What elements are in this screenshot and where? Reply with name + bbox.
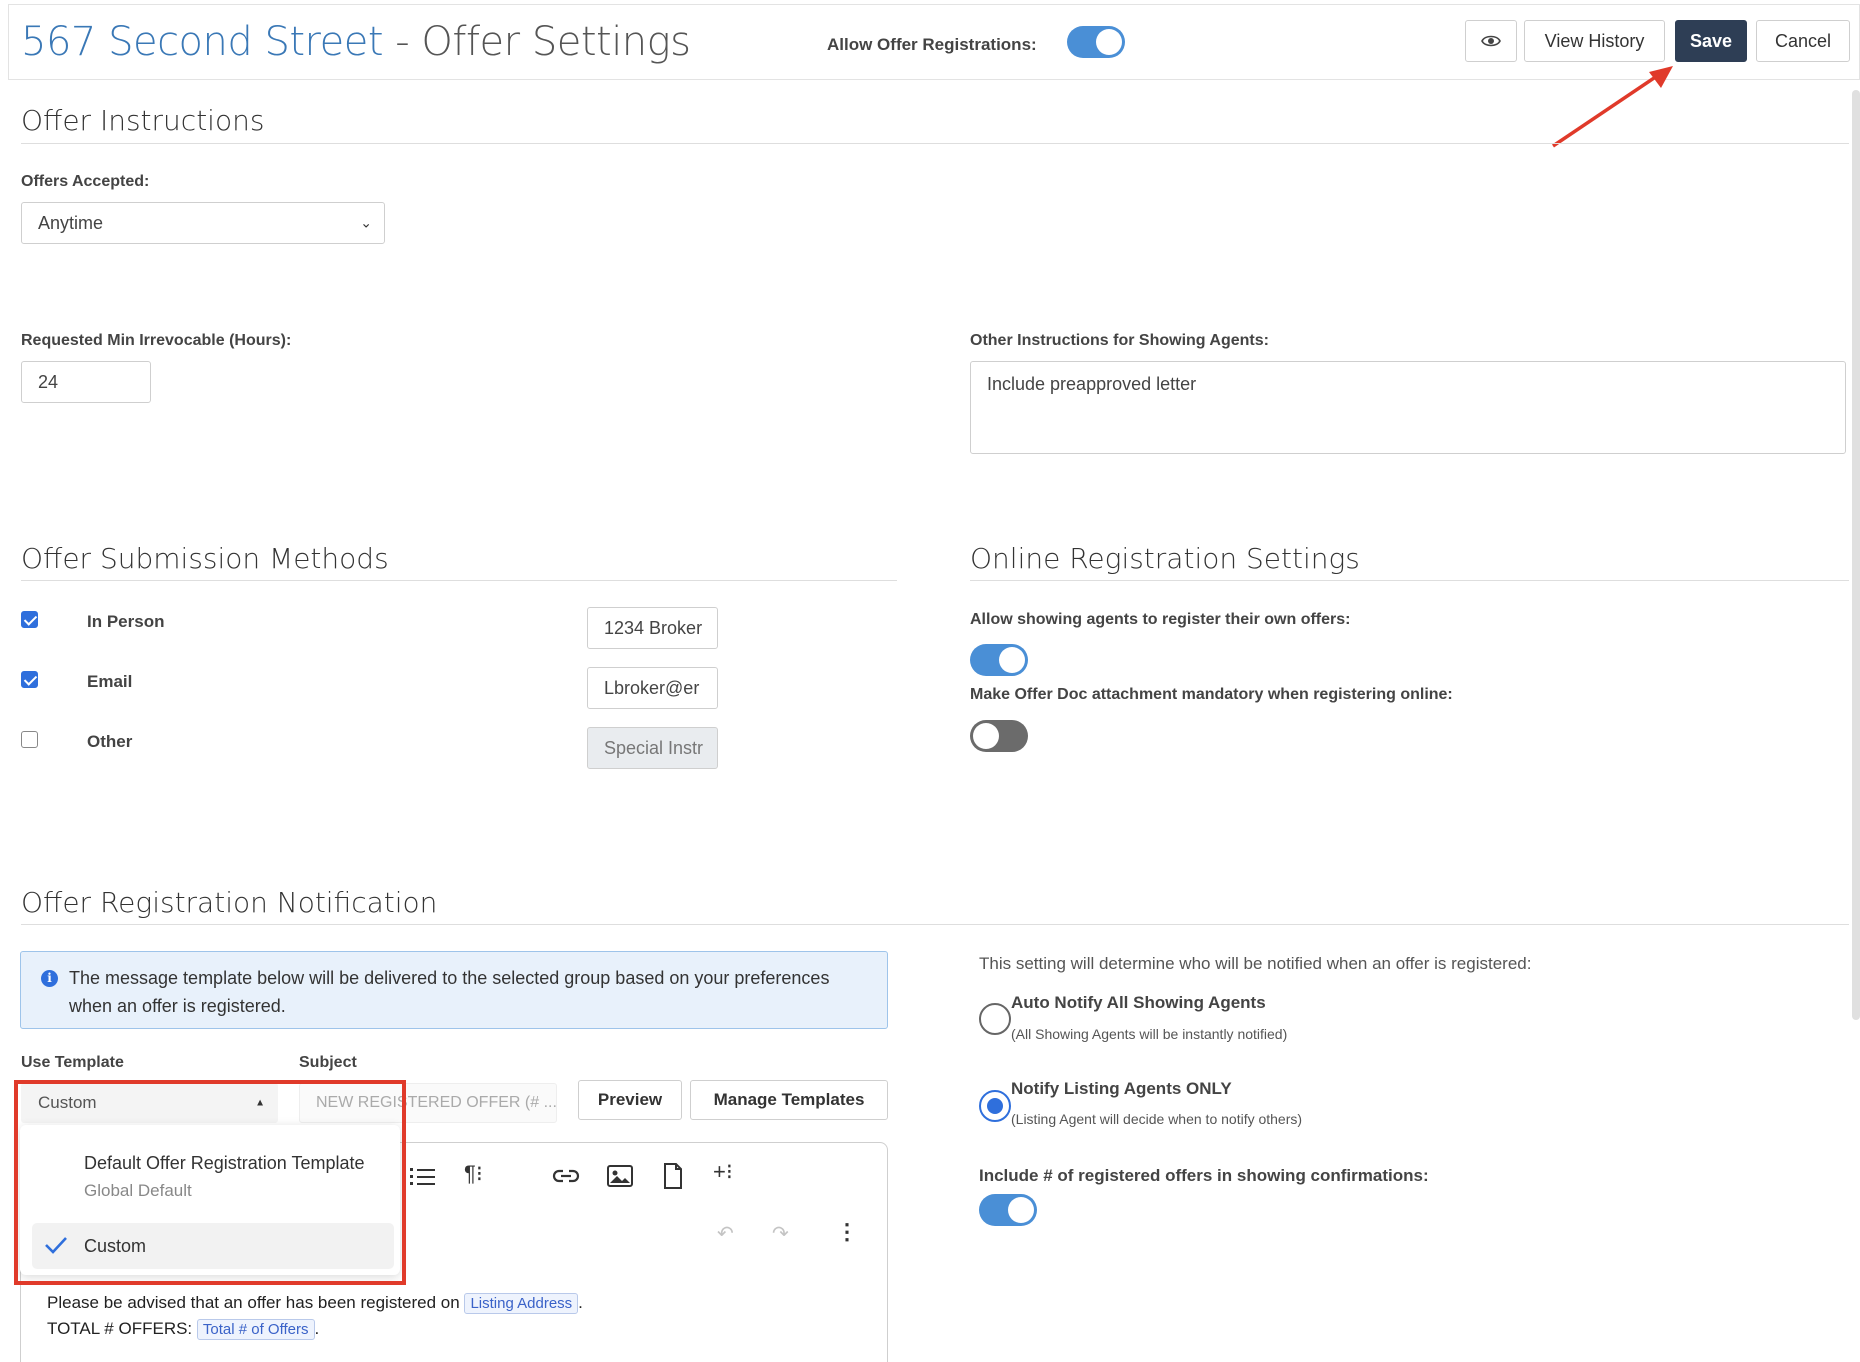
image-icon[interactable]: [607, 1165, 633, 1187]
notify-listing-agents-radio[interactable]: [979, 1090, 1011, 1122]
annotation-arrow-icon: [1552, 66, 1673, 148]
chevron-down-icon: ⌄: [360, 214, 372, 231]
manage-templates-button[interactable]: Manage Templates: [690, 1080, 888, 1120]
other-checkbox[interactable]: [21, 731, 38, 748]
line1-end: .: [578, 1293, 583, 1312]
paragraph-icon[interactable]: ¶⁝: [464, 1161, 483, 1187]
more-options-icon[interactable]: ⋮: [836, 1219, 858, 1245]
preview-eye-button[interactable]: [1465, 20, 1517, 62]
title-suffix: Offer Settings: [421, 19, 691, 65]
auto-notify-radio[interactable]: [979, 1003, 1011, 1035]
email-input[interactable]: Lbroker@er: [587, 667, 718, 709]
list-icon[interactable]: [409, 1165, 437, 1189]
min-irrevocable-label: Requested Min Irrevocable (Hours):: [21, 332, 292, 349]
undo-icon[interactable]: ↶: [717, 1221, 734, 1246]
insert-more-icon[interactable]: +⁝: [713, 1159, 733, 1185]
line2-text: TOTAL # OFFERS:: [47, 1319, 193, 1338]
subject-label: Subject: [299, 1054, 357, 1071]
toggle-knob: [973, 723, 999, 749]
allow-agents-register-toggle[interactable]: [970, 644, 1028, 676]
eye-icon: [1481, 35, 1501, 47]
editor-line-2: TOTAL # OFFERS: Total # of Offers.: [47, 1319, 319, 1340]
in-person-checkbox[interactable]: [21, 611, 38, 628]
other-label: Other: [87, 732, 133, 751]
in-person-input[interactable]: 1234 Broker: [587, 607, 718, 649]
annotation-highlight-box: [14, 1080, 406, 1285]
allow-agents-register-label: Allow showing agents to register their o…: [970, 611, 1351, 628]
other-instructions-label: Other Instructions for Showing Agents:: [970, 332, 1269, 349]
other-instructions-textarea[interactable]: Include preapproved letter: [970, 361, 1846, 454]
page-scrollbar[interactable]: [1852, 90, 1860, 1020]
listing-address-chip[interactable]: Listing Address: [464, 1293, 579, 1314]
mandatory-doc-label: Make Offer Doc attachment mandatory when…: [970, 686, 1453, 703]
redo-icon[interactable]: ↷: [772, 1221, 789, 1246]
auto-notify-sub: (All Showing Agents will be instantly no…: [1011, 1026, 1288, 1042]
toggle-knob: [1008, 1197, 1034, 1223]
info-text: The message template below will be deliv…: [69, 968, 830, 1016]
offers-accepted-label: Offers Accepted:: [21, 173, 150, 190]
auto-notify-label: Auto Notify All Showing Agents: [1011, 993, 1266, 1012]
offer-instructions-title: Offer Instructions: [21, 104, 265, 137]
use-template-label: Use Template: [21, 1054, 124, 1071]
editor-line-1: Please be advised that an offer has been…: [47, 1293, 583, 1314]
email-checkbox[interactable]: [21, 671, 38, 688]
preview-button[interactable]: Preview: [578, 1080, 682, 1120]
email-label: Email: [87, 672, 133, 691]
offers-accepted-select[interactable]: Anytime ⌄: [21, 202, 385, 244]
listing-address: 567 Second Street: [21, 19, 384, 65]
document-icon[interactable]: [663, 1163, 683, 1189]
line1-text: Please be advised that an offer has been…: [47, 1293, 460, 1312]
offers-accepted-value: Anytime: [38, 212, 104, 233]
toggle-knob: [1096, 29, 1122, 55]
link-icon[interactable]: [552, 1167, 580, 1185]
in-person-label: In Person: [87, 612, 165, 631]
info-alert: i The message template below will be del…: [20, 951, 888, 1029]
info-icon: i: [41, 970, 58, 987]
include-count-label: Include # of registered offers in showin…: [979, 1166, 1429, 1185]
notification-title: Offer Registration Notification: [21, 886, 438, 919]
section-divider: [21, 143, 1849, 144]
submission-methods-title: Offer Submission Methods: [21, 542, 389, 575]
save-button[interactable]: Save: [1675, 20, 1747, 62]
allow-registrations-toggle[interactable]: [1067, 26, 1125, 58]
page-title: 567 Second Street - Offer Settings: [21, 19, 691, 65]
include-count-toggle[interactable]: [979, 1194, 1037, 1226]
cancel-button[interactable]: Cancel: [1756, 20, 1850, 62]
view-history-button[interactable]: View History: [1524, 20, 1665, 62]
other-input[interactable]: Special Instr: [587, 727, 718, 769]
line2-end: .: [314, 1319, 320, 1338]
section-divider: [21, 580, 897, 581]
total-offers-chip[interactable]: Total # of Offers: [196, 1319, 315, 1340]
min-irrevocable-input[interactable]: 24: [21, 361, 151, 403]
toggle-knob: [999, 647, 1025, 673]
online-registration-title: Online Registration Settings: [970, 542, 1360, 575]
notify-listing-agents-sub: (Listing Agent will decide when to notif…: [1011, 1111, 1303, 1127]
notification-setting-intro: This setting will determine who will be …: [979, 954, 1532, 973]
allow-registrations-label: Allow Offer Registrations:: [827, 35, 1037, 54]
section-divider: [21, 924, 1849, 925]
section-divider: [970, 580, 1849, 581]
mandatory-doc-toggle[interactable]: [970, 720, 1028, 752]
notify-listing-agents-label: Notify Listing Agents ONLY: [1011, 1079, 1232, 1098]
title-separator: -: [383, 19, 422, 65]
